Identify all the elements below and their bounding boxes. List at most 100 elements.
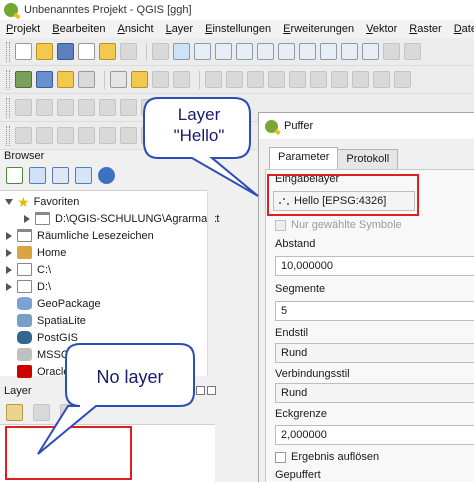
menu-einstellungen[interactable]: Einstellungen [205, 23, 271, 35]
menu-layer[interactable]: Layer [166, 23, 194, 35]
tree-item-geopackage[interactable]: GeoPackage [17, 295, 101, 312]
refresh-browser-icon[interactable] [29, 167, 46, 184]
zoom-next-icon[interactable] [341, 43, 358, 60]
save-project-icon[interactable] [57, 43, 74, 60]
add-selected-layers-icon[interactable] [6, 167, 23, 184]
redo-icon[interactable] [352, 71, 369, 88]
toolbar-handle[interactable] [6, 69, 10, 90]
checkbox-box[interactable] [275, 451, 286, 463]
toolbar-handle[interactable] [6, 125, 10, 146]
menu-projekt[interactable]: Projekt [6, 23, 40, 35]
collapse-all-icon[interactable] [75, 167, 92, 184]
join-style-select[interactable]: Rund [275, 383, 474, 403]
change-label-icon[interactable] [120, 127, 137, 144]
miter-limit-label: Eckgrenze [275, 408, 327, 420]
cut-features-icon[interactable] [268, 71, 285, 88]
add-raster-icon[interactable] [78, 71, 95, 88]
tree-item-drive-d[interactable]: D:\ [4, 278, 51, 295]
simplify-feature-icon[interactable] [36, 99, 53, 116]
browser-scrollbar[interactable] [207, 190, 215, 376]
menu-vektor[interactable]: Vektor [366, 23, 397, 35]
end-cap-select[interactable]: Rund [275, 343, 474, 363]
expand-arrow-icon[interactable] [22, 214, 32, 224]
add-part-icon[interactable] [78, 99, 95, 116]
add-feature-icon[interactable] [205, 71, 222, 88]
menu-raster[interactable]: Raster [409, 23, 441, 35]
tree-item-spatialite[interactable]: SpatiaLite [17, 312, 86, 329]
manage-layers-icon[interactable] [15, 71, 32, 88]
add-ring-icon[interactable] [57, 99, 74, 116]
tree-item-spatial-bookmarks[interactable]: Räumliche Lesezeichen [4, 227, 154, 244]
new-project-icon[interactable] [15, 43, 32, 60]
segments-input[interactable]: 5 [275, 301, 474, 321]
zoom-native-icon[interactable] [299, 43, 316, 60]
save-edits-icon[interactable] [152, 71, 169, 88]
show-hide-labels-icon[interactable] [57, 127, 74, 144]
move-label-icon[interactable] [78, 127, 95, 144]
zoom-layer-icon[interactable] [278, 43, 295, 60]
toolbar-handle[interactable] [6, 97, 10, 118]
join-style-label: Verbindungsstil [275, 368, 350, 380]
tree-item-drive-c[interactable]: C:\ [4, 261, 51, 278]
tree-item-agrarmarkt-folder[interactable]: D:\QGIS-SCHULUNG\Agrarmarkt [22, 210, 219, 227]
new-map-view-icon[interactable] [362, 43, 379, 60]
zoom-full-icon[interactable] [236, 43, 253, 60]
zoom-selection-icon[interactable] [257, 43, 274, 60]
fill-ring-icon[interactable] [99, 99, 116, 116]
rotate-feature-icon[interactable] [15, 99, 32, 116]
zoom-in-icon[interactable] [194, 43, 211, 60]
menu-ansicht[interactable]: Ansicht [117, 23, 153, 35]
expand-arrow-icon[interactable] [4, 282, 14, 292]
refresh-icon[interactable] [404, 43, 421, 60]
tree-item-favoriten[interactable]: ★ Favoriten [4, 193, 79, 210]
delete-ring-icon[interactable] [120, 99, 137, 116]
toolbar-handle[interactable] [6, 41, 10, 62]
rotate-label-icon[interactable] [99, 127, 116, 144]
home-folder-icon [17, 246, 32, 259]
close-panel-icon[interactable] [207, 386, 216, 395]
vertex-tool-icon[interactable] [226, 71, 243, 88]
checkbox-box[interactable] [275, 219, 286, 231]
pan-to-selection-icon[interactable] [173, 43, 190, 60]
filter-browser-icon[interactable] [52, 167, 69, 184]
digitize-icon[interactable] [173, 71, 190, 88]
toggle-editing-icon[interactable] [131, 71, 148, 88]
field-calculator-icon[interactable] [394, 71, 411, 88]
paste-features-icon[interactable] [310, 71, 327, 88]
label-options-icon[interactable] [15, 127, 32, 144]
tab-protokoll[interactable]: Protokoll [337, 149, 399, 169]
menu-bearbeiten[interactable]: Bearbeiten [52, 23, 105, 35]
distance-input[interactable]: 10,000000 [275, 256, 474, 276]
expand-arrow-icon[interactable] [4, 248, 14, 258]
expand-arrow-icon[interactable] [4, 197, 14, 207]
expand-arrow-icon[interactable] [4, 231, 14, 241]
menu-bar: Projekt Bearbeiten Ansicht Layer Einstel… [0, 20, 474, 38]
dissolve-checkbox[interactable]: Ergebnis auflösen [275, 451, 379, 463]
miter-limit-input[interactable]: 2,000000 [275, 425, 474, 445]
menu-datenbank[interactable]: Datenbank [454, 23, 474, 35]
style-manager-icon[interactable] [120, 43, 137, 60]
new-print-layout-icon[interactable] [78, 43, 95, 60]
zoom-out-icon[interactable] [215, 43, 232, 60]
add-layer-icon[interactable] [36, 71, 53, 88]
zoom-last-icon[interactable] [320, 43, 337, 60]
tab-parameter[interactable]: Parameter [269, 147, 339, 169]
attribute-table-icon[interactable] [373, 71, 390, 88]
copy-features-icon[interactable] [289, 71, 306, 88]
delete-selected-icon[interactable] [247, 71, 264, 88]
pan-map-icon[interactable] [152, 43, 169, 60]
current-edits-icon[interactable] [110, 71, 127, 88]
layout-manager-icon[interactable] [99, 43, 116, 60]
menu-erweiterungen[interactable]: Erweiterungen [283, 23, 354, 35]
properties-icon[interactable] [98, 167, 115, 184]
undo-icon[interactable] [331, 71, 348, 88]
open-project-icon[interactable] [36, 43, 53, 60]
temporal-controller-icon[interactable] [383, 43, 400, 60]
selected-only-checkbox[interactable]: Nur gewählte Symbole [275, 219, 402, 231]
tree-item-home[interactable]: Home [4, 244, 66, 261]
highlight-input-layer-box [267, 174, 419, 216]
add-vector-icon[interactable] [57, 71, 74, 88]
expand-arrow-icon[interactable] [4, 265, 14, 275]
callout-no-layer-text: No layer [96, 367, 164, 387]
pin-labels-icon[interactable] [36, 127, 53, 144]
